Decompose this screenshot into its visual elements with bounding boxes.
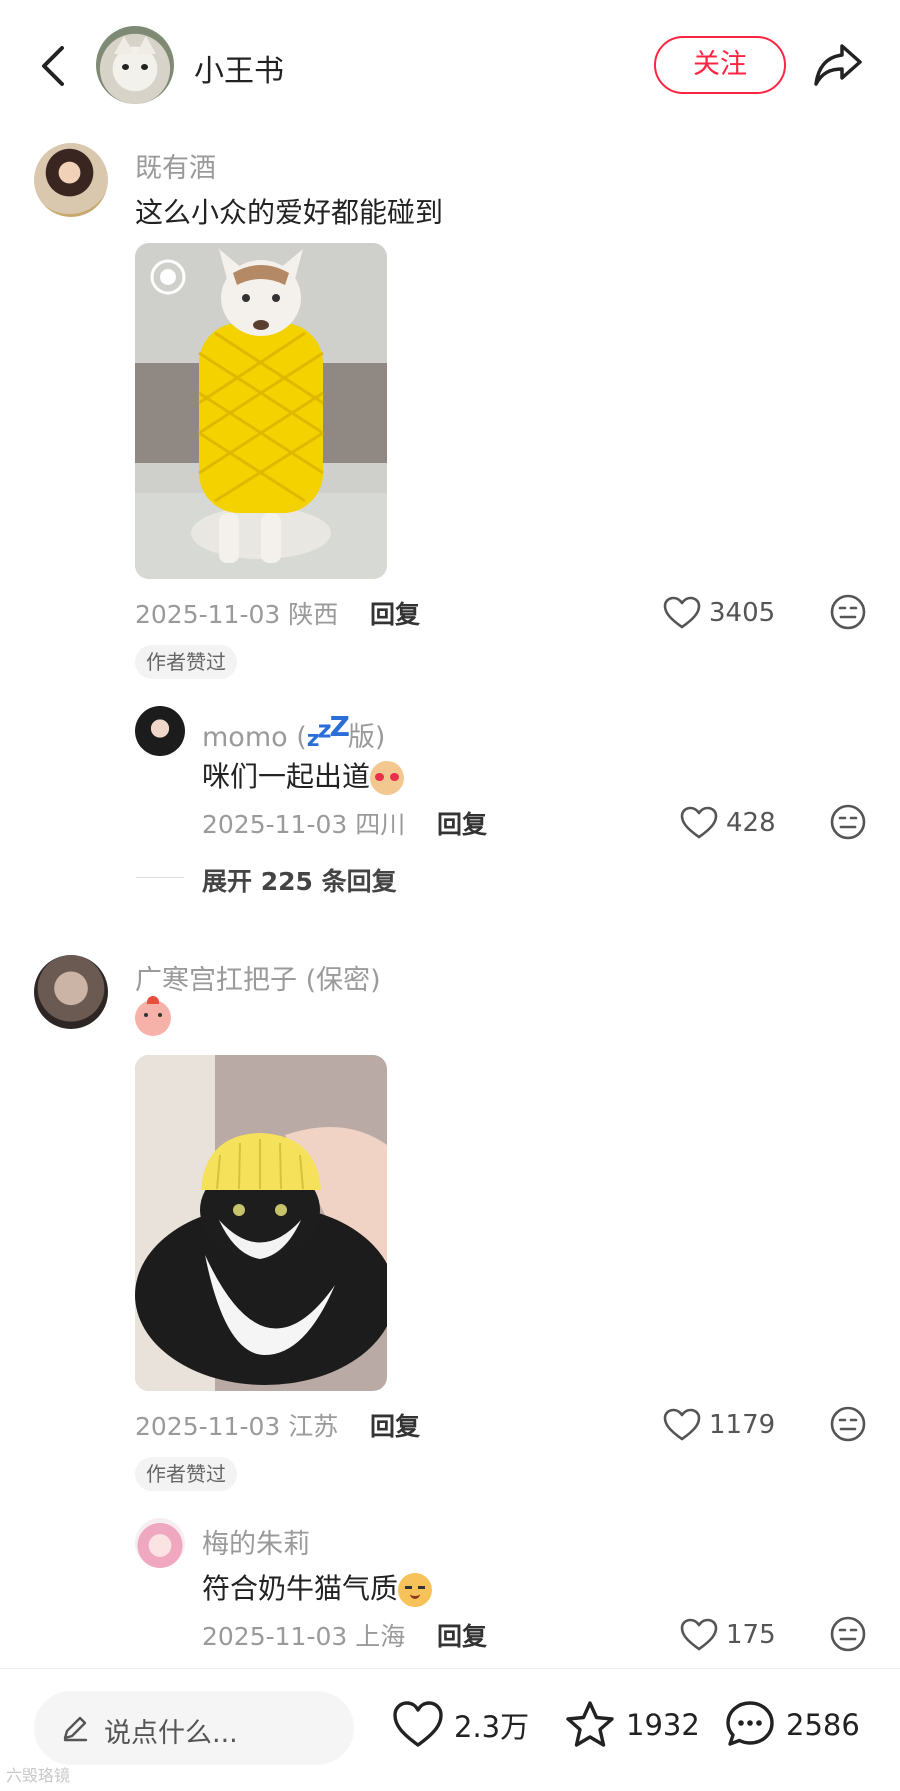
author-liked-badge: 作者赞过 <box>135 645 237 679</box>
expand-replies-button[interactable]: 展开 225 条回复 <box>202 862 397 898</box>
post-like-button[interactable]: 2.3万 <box>392 1695 529 1755</box>
commenter-avatar[interactable] <box>34 955 108 1029</box>
author-suffix-text: 版) <box>347 722 386 753</box>
like-count: 3405 <box>709 598 776 628</box>
sleep-zzz-icon: zzZ <box>306 710 350 752</box>
author-suffix-open: ( <box>296 722 307 753</box>
expand-divider <box>136 877 184 878</box>
comment-text: 这么小众的爱好都能碰到 <box>135 196 444 229</box>
comment-date-location: 2025-11-03 陕西 <box>135 600 339 629</box>
like-count: 428 <box>726 808 776 838</box>
heart-icon <box>663 596 701 629</box>
top-bar: 小王书 关注 <box>0 0 900 130</box>
bottom-action-bar: 说点什么... 2.3万 1932 2586 <box>0 1668 900 1791</box>
heart-icon <box>663 1408 701 1441</box>
reply-author-name[interactable]: momo (zzZ版) <box>202 710 385 754</box>
commenter-name[interactable]: 既有酒 <box>135 146 216 185</box>
post-like-count: 2.3万 <box>454 1710 530 1744</box>
comment-input[interactable]: 说点什么... <box>34 1691 354 1765</box>
commenter-name[interactable]: 广寒宫扛把子 (保密) <box>135 958 381 997</box>
author-liked-badge: 作者赞过 <box>135 1457 237 1491</box>
comment-button[interactable]: 2586 <box>724 1695 860 1755</box>
reply-avatar[interactable] <box>135 1518 185 1568</box>
collect-count: 1932 <box>626 1708 700 1742</box>
comment-text <box>135 996 171 1036</box>
comment-date-location: 2025-11-03 江苏 <box>135 1412 339 1441</box>
reply-text: 符合奶牛猫气质 <box>202 1567 433 1607</box>
dislike-face-icon[interactable] <box>829 1615 867 1653</box>
smug-face-emoji-icon <box>398 1573 433 1607</box>
reply-button[interactable]: 回复 <box>437 1617 487 1653</box>
dislike-face-icon[interactable] <box>829 593 867 631</box>
reply-avatar[interactable] <box>135 706 185 756</box>
like-button[interactable]: 175 <box>680 1615 776 1655</box>
like-button[interactable]: 428 <box>680 803 776 843</box>
cat-heart-eyes-emoji-icon <box>370 761 405 795</box>
heart-icon <box>393 1701 443 1747</box>
like-count: 1179 <box>709 1410 776 1440</box>
reply-date-location: 2025-11-03 四川 <box>202 810 406 839</box>
like-button[interactable]: 1179 <box>663 1405 775 1445</box>
comment-input-placeholder: 说点什么... <box>104 1718 238 1749</box>
author-avatar[interactable] <box>96 26 174 104</box>
reply-date-location: 2025-11-03 上海 <box>202 1622 406 1651</box>
like-count: 175 <box>726 1620 776 1650</box>
dislike-face-icon[interactable] <box>829 1405 867 1443</box>
author-name[interactable]: 小王书 <box>194 46 284 90</box>
reply-button[interactable]: 回复 <box>437 805 487 841</box>
reply-button[interactable]: 回复 <box>370 595 420 631</box>
reply-button[interactable]: 回复 <box>370 1407 420 1443</box>
commenter-avatar[interactable] <box>34 143 108 217</box>
reply-text: 咪们一起出道 <box>202 755 405 795</box>
pencil-icon <box>63 1716 88 1742</box>
star-icon <box>566 1701 614 1747</box>
dislike-face-icon[interactable] <box>829 803 867 841</box>
reply-author-name[interactable]: 梅的朱莉 <box>202 1522 310 1561</box>
collect-button[interactable]: 1932 <box>564 1695 700 1755</box>
comment-image[interactable] <box>135 1055 387 1391</box>
back-arrow-icon[interactable] <box>36 44 72 88</box>
heart-icon <box>680 806 718 839</box>
follow-button[interactable]: 关注 <box>654 36 786 94</box>
comment-count: 2586 <box>786 1708 860 1742</box>
watermark: 六毁珞镜 <box>6 1766 71 1785</box>
share-icon[interactable] <box>812 40 864 90</box>
comment-bubble-icon <box>726 1701 774 1746</box>
heart-icon <box>680 1618 718 1651</box>
like-button[interactable]: 3405 <box>663 593 775 633</box>
blushing-face-emoji-icon <box>135 996 171 1036</box>
comment-image[interactable] <box>135 243 387 579</box>
